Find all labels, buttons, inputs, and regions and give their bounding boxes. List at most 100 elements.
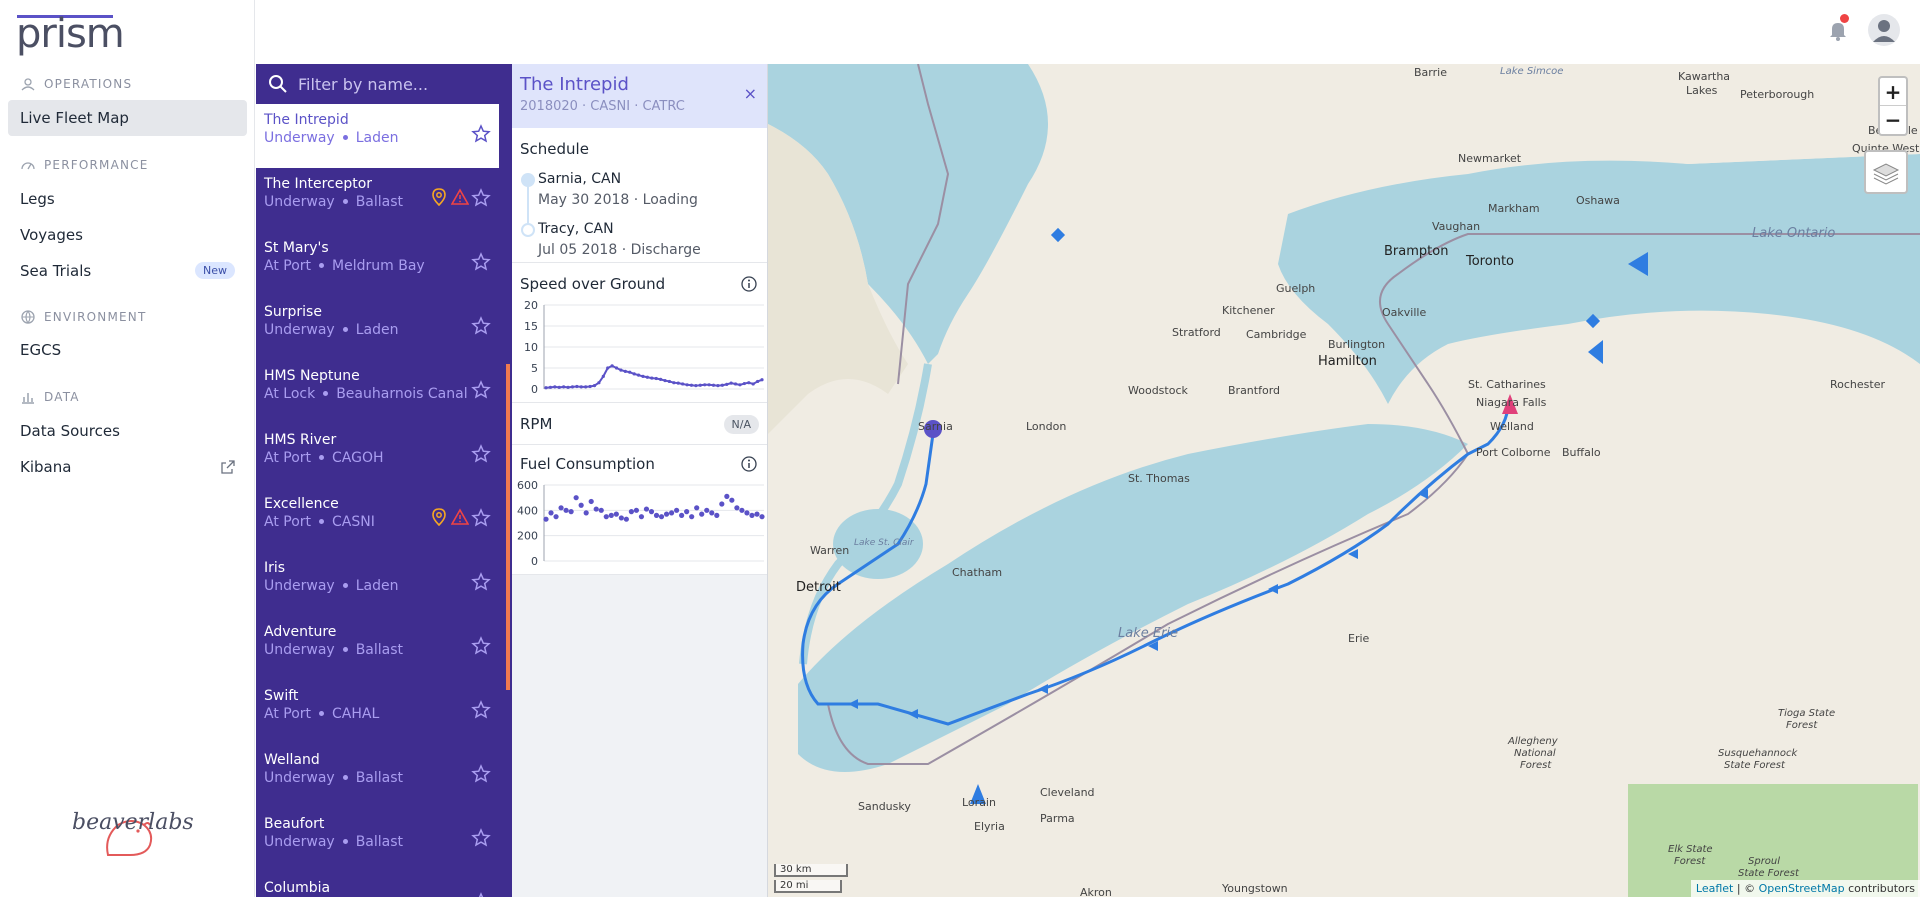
stop-2-info: Jul 05 2018 · Discharge (538, 242, 701, 258)
sog-point (742, 381, 746, 386)
nav-item-sea-trials[interactable]: Sea Trials New (8, 253, 247, 289)
favorite-star-icon[interactable] (471, 188, 491, 208)
list-scrollbar[interactable] (506, 364, 510, 690)
map-label: Barrie (1414, 66, 1447, 79)
zoom-out-button[interactable]: − (1880, 106, 1906, 134)
map-label: Elyria (974, 820, 1005, 833)
vessel-detail-text: CASNI (332, 514, 375, 530)
favorite-star-icon[interactable] (471, 700, 491, 720)
favorite-star-icon[interactable] (471, 444, 491, 464)
osm-link[interactable]: OpenStreetMap (1759, 882, 1845, 895)
section-performance: PERFORMANCE (20, 157, 149, 173)
fuel-point (638, 514, 645, 520)
vessel-row[interactable]: Columbia (256, 872, 499, 897)
user-avatar[interactable] (1868, 14, 1900, 46)
nav-item-egcs[interactable]: EGCS (8, 332, 247, 368)
vessel-row[interactable]: Surprise Underway Laden (256, 296, 499, 360)
zoom-in-button[interactable]: + (1880, 78, 1906, 106)
fuel-point (558, 505, 564, 511)
globe-icon (21, 310, 35, 324)
vessel-row[interactable]: Iris Underway Laden (256, 552, 499, 616)
close-button[interactable]: × (744, 84, 757, 103)
sog-point (553, 385, 557, 389)
vessel-status: At Port Meldrum Bay (264, 258, 491, 274)
nav-item-live-fleet-map[interactable]: Live Fleet Map (8, 100, 247, 136)
sog-point (650, 376, 654, 380)
vessel-subtitle: 2018020 · CASNI · CATRC (520, 99, 685, 114)
nav-item-kibana[interactable]: Kibana (8, 449, 247, 485)
vessel-row[interactable]: St Mary's At Port Meldrum Bay (256, 232, 499, 296)
vessel-row[interactable]: Beaufort Underway Ballast (256, 808, 499, 872)
favorite-star-icon[interactable] (471, 636, 491, 656)
vessel-row[interactable]: Excellence At Port CASNI (256, 488, 499, 552)
vessel-status-text: Underway (264, 130, 335, 146)
vessel-row[interactable]: HMS Neptune At Lock Beauharnois Canal (256, 360, 499, 424)
vessel-status-text: Underway (264, 834, 335, 850)
favorite-star-icon[interactable] (471, 572, 491, 592)
fuel-point (719, 501, 725, 507)
nav-item-legs[interactable]: Legs (8, 181, 247, 217)
vessel-row[interactable]: Welland Underway Ballast (256, 744, 499, 808)
vessel-status: Underway Ballast (264, 834, 491, 850)
map-label: Elk State (1668, 844, 1713, 855)
layers-button[interactable] (1864, 150, 1908, 194)
vessel-status-text: At Port (264, 514, 312, 530)
vessel-detail-text: Meldrum Bay (332, 258, 425, 274)
vessel-status-text: At Port (264, 258, 312, 274)
search-input[interactable] (298, 74, 498, 94)
favorite-star-icon[interactable] (471, 252, 491, 272)
info-icon[interactable] (741, 456, 757, 472)
nav-item-voyages[interactable]: Voyages (8, 217, 247, 253)
vessel-detail-text: CAGOH (332, 450, 384, 466)
sog-point (544, 386, 548, 390)
favorite-star-icon[interactable] (471, 508, 491, 528)
nav-item-label: Live Fleet Map (20, 109, 129, 127)
sog-point (557, 385, 561, 389)
map-label: Cambridge (1246, 328, 1307, 341)
rpm-title: RPM (520, 415, 553, 433)
prism-logo[interactable]: prism (16, 14, 125, 54)
vessel-row[interactable]: The Interceptor Underway Ballast (256, 168, 499, 232)
sog-point (601, 374, 605, 378)
leaflet-link[interactable]: Leaflet (1696, 882, 1733, 895)
map-label: Oshawa (1576, 194, 1620, 207)
vessel-name: HMS Neptune (264, 368, 360, 384)
sog-point (575, 384, 579, 389)
favorite-star-icon[interactable] (471, 892, 491, 897)
attribution-sep: | © (1733, 882, 1759, 895)
sog-point (606, 366, 610, 370)
vessel-row[interactable]: Adventure Underway Ballast (256, 616, 499, 680)
sog-point (636, 373, 641, 377)
rpm-section: RPM N/A (512, 403, 767, 445)
sog-point (592, 384, 597, 388)
favorite-star-icon[interactable] (471, 828, 491, 848)
vessel-marker[interactable] (1588, 340, 1603, 364)
location-pin-icon[interactable] (431, 188, 447, 207)
sog-point (711, 383, 716, 387)
vessel-row[interactable]: Swift At Port CAHAL (256, 680, 499, 744)
vessel-marker[interactable] (1050, 227, 1066, 243)
warning-icon[interactable] (450, 508, 470, 526)
favorite-star-icon[interactable] (471, 764, 491, 784)
sog-point (703, 383, 707, 387)
vessel-status-text: Underway (264, 770, 335, 786)
vessel-row[interactable]: The Intrepid Underway Laden (256, 104, 499, 168)
fleet-map[interactable]: Barrie Lake Simcoe Kawartha Lakes Peterb… (768, 64, 1920, 897)
map-label: Forest (1520, 760, 1552, 771)
fuel-point (618, 515, 624, 521)
favorite-star-icon[interactable] (471, 124, 491, 144)
separator-dot (342, 647, 348, 652)
fuel-point (643, 506, 650, 512)
map-canvas[interactable] (768, 64, 1920, 897)
vessel-row[interactable]: HMS River At Port CAGOH (256, 424, 499, 488)
nav-item-data-sources[interactable]: Data Sources (8, 413, 247, 449)
fuel-point (679, 512, 685, 518)
warning-icon[interactable] (450, 188, 470, 206)
info-icon[interactable] (741, 276, 757, 292)
favorite-star-icon[interactable] (471, 380, 491, 400)
fuel-point (603, 514, 609, 520)
map-label: Toronto (1466, 254, 1514, 269)
favorite-star-icon[interactable] (471, 316, 491, 336)
location-pin-icon[interactable] (431, 508, 447, 527)
y-tick-label: 20 (524, 299, 538, 312)
